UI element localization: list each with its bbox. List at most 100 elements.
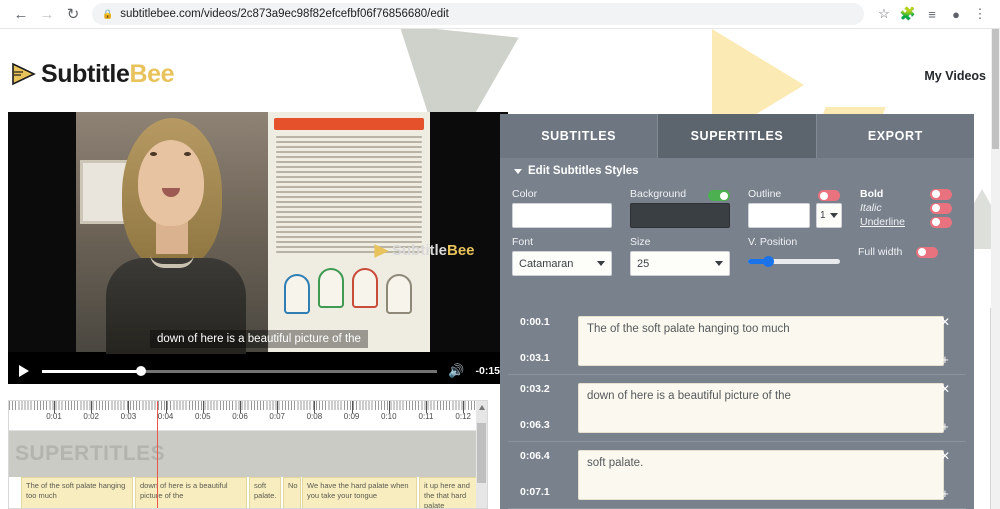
video-progress-handle[interactable] (135, 366, 146, 376)
outline-width-value: 1 (820, 210, 826, 221)
site-logo[interactable]: SubtitleBee (10, 59, 175, 88)
video-frame-person (76, 112, 268, 354)
chevron-down-icon (715, 261, 723, 266)
subtitle-times: 0:06.4 0:07.1 (508, 450, 578, 508)
browser-toolbar: ← → ↻ 🔒 subtitlebee.com/videos/2c873a9ec… (0, 0, 1000, 29)
document-teeth-diagram (284, 262, 416, 334)
close-x-icon[interactable]: ✕ (940, 450, 950, 462)
back-icon[interactable]: ← (8, 1, 34, 27)
outline-control: Outline 1 (748, 188, 842, 228)
size-value: 25 (637, 257, 650, 270)
fullwidth-toggle[interactable] (916, 246, 939, 258)
my-videos-link[interactable]: My Videos (924, 69, 986, 83)
person-eye-right (184, 152, 191, 156)
timeline-tick-label: 0:02 (83, 412, 99, 421)
profile-icon[interactable]: ● (944, 2, 968, 26)
video-letterbox-right (430, 112, 508, 352)
lock-icon: 🔒 (102, 8, 114, 19)
timeline-ticks (9, 401, 487, 410)
italic-toggle[interactable] (930, 202, 952, 214)
background-toggle[interactable] (708, 190, 730, 201)
subtitle-start-time[interactable]: 0:03.2 (520, 383, 578, 395)
subtitle-start-time[interactable]: 0:06.4 (520, 450, 578, 462)
timeline-block[interactable]: down of here is a beautiful picture of t… (135, 477, 247, 508)
timeline-ruler[interactable]: 0:01 0:02 0:03 0:04 0:05 0:06 0:07 0:08 0:09 0:10… (9, 401, 487, 431)
background-label: Background (630, 188, 687, 200)
timeline-block[interactable]: The of the soft palate hanging too much (21, 477, 133, 508)
subtitle-text-input[interactable]: soft palate. (578, 450, 944, 500)
background-swatch[interactable] (630, 203, 730, 228)
outline-label: Outline (748, 188, 782, 200)
plus-icon[interactable]: + (941, 420, 949, 433)
subtitle-text-input[interactable]: down of here is a beautiful picture of t… (578, 383, 944, 433)
subtitle-end-time[interactable]: 0:07.1 (520, 486, 578, 498)
video-player[interactable]: Subtitle Bee down of here is a beautiful … (8, 112, 508, 384)
subtitle-end-time[interactable]: 0:06.3 (520, 419, 578, 431)
plus-icon[interactable]: + (941, 353, 949, 366)
timeline-block[interactable]: it up here and the that hard palate (419, 477, 477, 508)
timeline-tick-label: 0:11 (418, 412, 434, 421)
forward-icon[interactable]: → (34, 1, 60, 27)
close-x-icon[interactable]: ✕ (940, 316, 950, 328)
timeline-blocks[interactable]: The of the soft palate hanging too much d… (9, 477, 487, 508)
scrollbar-thumb[interactable] (477, 423, 486, 483)
scroll-up-icon[interactable] (479, 405, 485, 410)
vposition-slider[interactable] (748, 256, 840, 267)
extensions-puzzle-icon[interactable]: 🧩 (896, 2, 920, 26)
reload-icon[interactable]: ↻ (60, 1, 86, 27)
font-label: Font (512, 236, 534, 248)
tab-supertitles[interactable]: SUPERTITLES (658, 114, 817, 158)
subtitle-end-time[interactable]: 0:03.1 (520, 352, 578, 364)
bold-toggle[interactable] (930, 188, 952, 200)
outline-swatch[interactable] (748, 203, 810, 228)
volume-icon[interactable]: 🔊 (447, 362, 465, 380)
timeline-block[interactable]: No (283, 477, 301, 508)
video-progress-bar[interactable] (42, 366, 438, 376)
logo-text-accent: Bee (129, 59, 175, 88)
edit-styles-header[interactable]: Edit Subtitles Styles (500, 158, 974, 184)
video-time-remaining: -0:15 (475, 365, 500, 377)
timeline-block[interactable]: soft palate. (249, 477, 281, 508)
background-control: Background (630, 188, 730, 228)
plus-icon[interactable]: + (941, 487, 949, 500)
address-bar[interactable]: 🔒 subtitlebee.com/videos/2c873a9ec98f82e… (92, 3, 864, 25)
overflow-menu-icon[interactable]: ⋮ (968, 2, 992, 26)
subtitle-list[interactable]: 0:00.1 0:03.1 The of the soft palate han… (508, 308, 966, 509)
subtitle-row-actions: ✕ + (940, 383, 950, 433)
color-control: Color (512, 188, 612, 228)
tab-export[interactable]: EXPORT (816, 114, 974, 158)
watermark-primary: Subtitle (392, 242, 447, 259)
font-control: Font Catamaran (512, 236, 612, 276)
color-swatch[interactable] (512, 203, 612, 228)
star-icon[interactable]: ☆ (872, 2, 896, 26)
subtitle-start-time[interactable]: 0:00.1 (520, 316, 578, 328)
page-scrollbar[interactable] (991, 29, 1000, 509)
timeline-tick-label: 0:06 (232, 412, 248, 421)
timeline-tick-label: 0:08 (306, 412, 323, 421)
timeline[interactable]: 0:01 0:02 0:03 0:04 0:05 0:06 0:07 0:08 0:09 0:10… (8, 400, 488, 509)
tab-subtitles[interactable]: SUBTITLES (500, 114, 659, 158)
outline-width-select[interactable]: 1 (816, 203, 842, 228)
timeline-scrollbar[interactable] (476, 401, 487, 508)
chevron-down-icon (597, 261, 605, 266)
close-x-icon[interactable]: ✕ (940, 383, 950, 395)
table-row[interactable]: 0:03.2 0:06.3 down of here is a beautifu… (508, 375, 966, 442)
play-icon[interactable] (16, 363, 32, 379)
table-row[interactable]: 0:06.4 0:07.1 soft palate. ✕ + (508, 442, 966, 509)
subtitle-text-input[interactable]: The of the soft palate hanging too much (578, 316, 944, 366)
table-row[interactable]: 0:00.1 0:03.1 The of the soft palate han… (508, 308, 966, 375)
timeline-block[interactable]: We have the hard palate when you take yo… (302, 477, 417, 508)
styles-controls: Color Background Outline 1 Bold Italic U… (500, 184, 974, 290)
outline-toggle[interactable] (818, 190, 840, 201)
timeline-playhead[interactable] (157, 401, 158, 508)
size-select[interactable]: 25 (630, 251, 730, 276)
size-control: Size 25 (630, 236, 730, 276)
video-watermark: Subtitle Bee (373, 242, 475, 259)
logo-text-primary: Subtitle (41, 59, 130, 88)
vposition-slider-handle[interactable] (763, 256, 775, 267)
underline-toggle[interactable] (930, 216, 952, 228)
scrollbar-thumb[interactable] (992, 29, 999, 149)
font-select[interactable]: Catamaran (512, 251, 612, 276)
video-controls[interactable]: 🔊 -0:15 (8, 358, 508, 384)
reading-list-icon[interactable]: ≡ (920, 2, 944, 26)
